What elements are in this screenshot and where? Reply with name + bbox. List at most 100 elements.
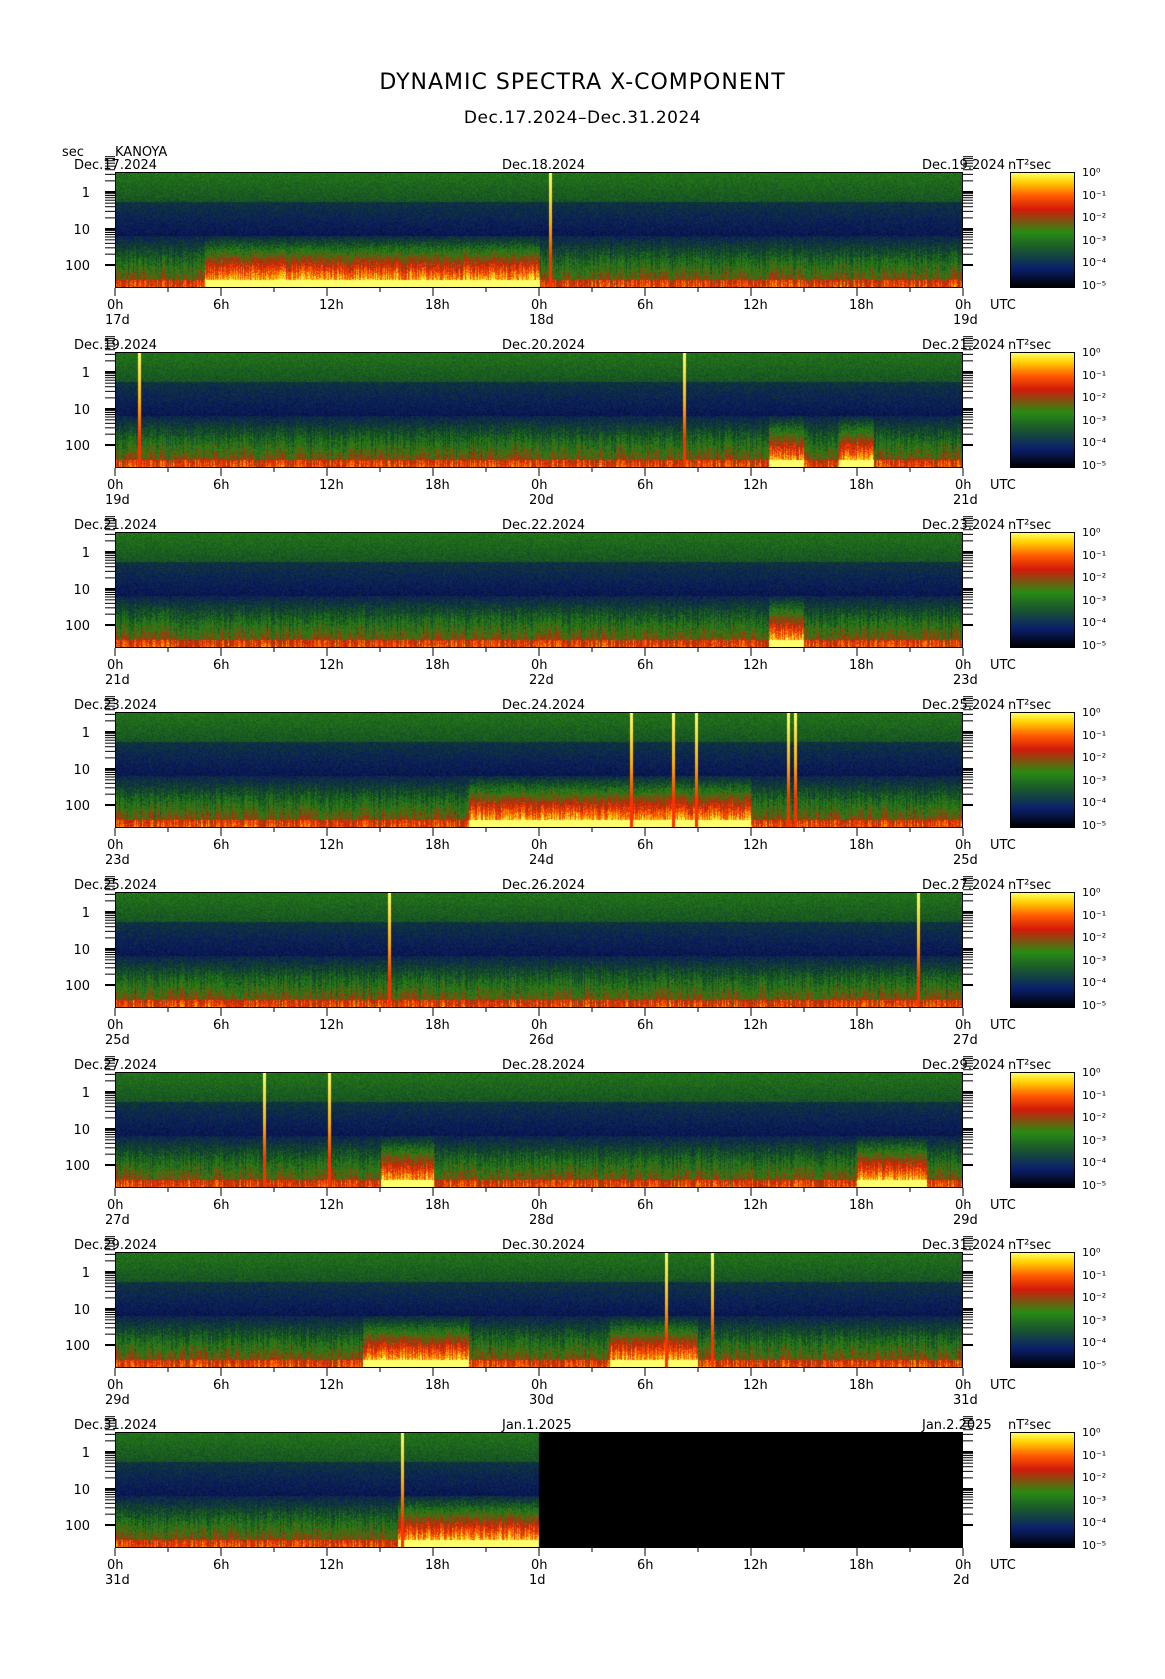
colorbar-tick-label: 10⁰ <box>1082 706 1101 719</box>
x-tick-label: 0h <box>955 298 972 313</box>
colorbar <box>1010 172 1075 288</box>
x-tick-label: 6h <box>637 658 654 673</box>
colorbar-tick-label: 10⁻¹ <box>1082 1448 1107 1462</box>
panel-axes <box>105 876 973 1016</box>
x-unit-label: UTC <box>990 1198 1016 1213</box>
colorbar <box>1010 1252 1075 1368</box>
day-label: 19d <box>105 493 130 508</box>
day-label: 22d <box>529 673 554 688</box>
y-tick-label: 100 <box>65 1339 90 1354</box>
colorbar-tick-label: 10⁻⁴ <box>1082 1336 1107 1349</box>
colorbar-tick-label: 10⁰ <box>1082 1426 1101 1439</box>
x-tick-label: 6h <box>213 478 230 493</box>
colorbar-tick-label: 10⁻¹ <box>1082 368 1107 382</box>
x-tick-label: 18h <box>849 1558 874 1573</box>
colorbar-tick-label: 10⁻⁴ <box>1082 796 1107 809</box>
x-unit-label: UTC <box>990 658 1016 673</box>
x-tick-label: 0h <box>107 1198 124 1213</box>
x-tick-label: 6h <box>637 1198 654 1213</box>
panel-axes <box>105 1416 973 1556</box>
x-tick-label: 18h <box>849 1018 874 1033</box>
day-label: 18d <box>529 313 554 328</box>
y-tick-label: 1 <box>81 1086 90 1101</box>
y-tick-label: 100 <box>65 979 90 994</box>
day-label: 23d <box>953 673 978 688</box>
day-label: 21d <box>105 673 130 688</box>
y-tick-label: 1 <box>81 906 90 921</box>
colorbar-tick-label: 10⁻² <box>1082 1111 1107 1124</box>
y-tick-label: 10 <box>73 1303 90 1318</box>
colorbar <box>1010 1072 1075 1188</box>
colorbar-tick-label: 10⁻² <box>1082 211 1107 224</box>
x-tick-label: 12h <box>319 1558 344 1573</box>
x-tick-label: 18h <box>425 1198 450 1213</box>
colorbar-tick-label: 10⁻⁵ <box>1082 998 1107 1012</box>
colorbar-tick-label: 10⁻¹ <box>1082 728 1107 742</box>
x-tick-label: 0h <box>955 1018 972 1033</box>
x-tick-label: 18h <box>425 478 450 493</box>
x-tick-label: 0h <box>531 1558 548 1573</box>
colorbar-tick-label: 10⁻⁵ <box>1082 278 1107 292</box>
day-label: 17d <box>105 313 130 328</box>
y-tick-label: 10 <box>73 943 90 958</box>
x-tick-label: 0h <box>531 1198 548 1213</box>
day-label: 25d <box>105 1033 130 1048</box>
x-unit-label: UTC <box>990 1558 1016 1573</box>
x-tick-label: 18h <box>849 298 874 313</box>
colorbar-tick-label: 10⁻⁵ <box>1082 1178 1107 1192</box>
colorbar-tick-label: 10⁰ <box>1082 166 1101 179</box>
x-tick-label: 0h <box>107 298 124 313</box>
y-tick-label: 10 <box>73 403 90 418</box>
spectrogram-panel: Dec.17.2024 Dec.18.2024 Dec.19.2024 nT²sec 1… <box>0 156 1165 338</box>
y-tick-label: 100 <box>65 1519 90 1534</box>
y-tick-label: 10 <box>73 223 90 238</box>
y-tick-label: 100 <box>65 1159 90 1174</box>
colorbar-unit-label: nT²sec <box>1008 338 1052 353</box>
panel-axes <box>105 1056 973 1196</box>
x-tick-label: 12h <box>319 1018 344 1033</box>
colorbar-tick-label: 10⁻¹ <box>1082 908 1107 922</box>
chart-subtitle: Dec.17.2024–Dec.31.2024 <box>463 108 702 128</box>
colorbar-tick-label: 10⁻³ <box>1082 1133 1107 1147</box>
colorbar-tick-label: 10⁻⁴ <box>1082 256 1107 269</box>
day-label: 29d <box>105 1393 130 1408</box>
day-label: 19d <box>953 313 978 328</box>
y-tick-label: 100 <box>65 439 90 454</box>
colorbar-unit-label: nT²sec <box>1008 158 1052 173</box>
y-tick-label: 100 <box>65 259 90 274</box>
spectrogram-panel: Dec.31.2024 Jan.1.2025 Jan.2.2025 nT²sec 1 10… <box>0 1416 1165 1598</box>
x-tick-label: 12h <box>319 658 344 673</box>
y-tick-label: 1 <box>81 546 90 561</box>
colorbar-tick-label: 10⁻³ <box>1082 1493 1107 1507</box>
x-tick-label: 18h <box>425 1558 450 1573</box>
colorbar-unit-label: nT²sec <box>1008 1238 1052 1253</box>
colorbar-tick-label: 10⁻¹ <box>1082 188 1107 202</box>
colorbar-tick-label: 10⁰ <box>1082 1246 1101 1259</box>
x-tick-label: 0h <box>531 838 548 853</box>
day-label: 31d <box>953 1393 978 1408</box>
x-tick-label: 0h <box>531 1018 548 1033</box>
day-label: 26d <box>529 1033 554 1048</box>
colorbar-tick-label: 10⁻³ <box>1082 233 1107 247</box>
day-label: 1d <box>529 1573 546 1588</box>
panel-axes <box>105 156 973 296</box>
spectrogram-panel: Dec.27.2024 Dec.28.2024 Dec.29.2024 nT²sec 1… <box>0 1056 1165 1238</box>
x-tick-label: 0h <box>955 1198 972 1213</box>
y-tick-label: 1 <box>81 186 90 201</box>
x-tick-label: 12h <box>743 1558 768 1573</box>
colorbar-tick-label: 10⁻³ <box>1082 413 1107 427</box>
colorbar-unit-label: nT²sec <box>1008 698 1052 713</box>
colorbar-tick-label: 10⁻² <box>1082 931 1107 944</box>
colorbar-tick-label: 10⁻² <box>1082 1471 1107 1484</box>
x-tick-label: 12h <box>319 838 344 853</box>
x-tick-label: 0h <box>107 1018 124 1033</box>
x-unit-label: UTC <box>990 298 1016 313</box>
day-label: 30d <box>529 1393 554 1408</box>
x-tick-label: 18h <box>849 658 874 673</box>
colorbar <box>1010 712 1075 828</box>
x-tick-label: 18h <box>425 1018 450 1033</box>
x-tick-label: 6h <box>637 1558 654 1573</box>
panel-axes <box>105 516 973 656</box>
y-tick-label: 1 <box>81 1446 90 1461</box>
x-tick-label: 6h <box>637 1378 654 1393</box>
